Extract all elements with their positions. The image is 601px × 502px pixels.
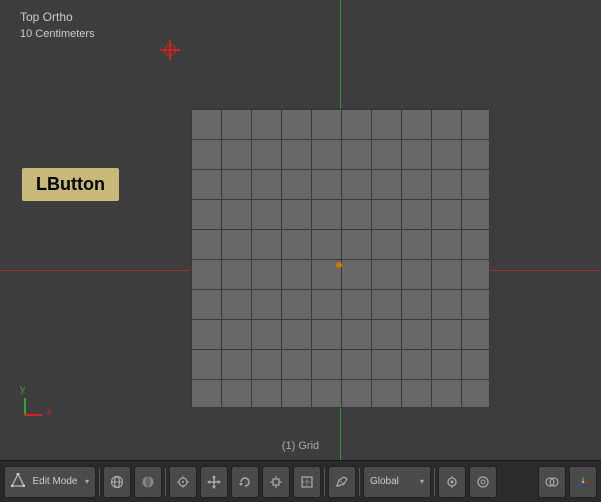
cursor-crosshair (160, 40, 180, 60)
separator-5 (434, 468, 435, 496)
rotate-btn[interactable] (231, 466, 259, 498)
scale-icon (269, 475, 283, 489)
global-label: Global (370, 476, 399, 487)
separator-1 (99, 468, 100, 496)
rotate-icon (238, 475, 252, 489)
edit-mode-chevron: ▾ (85, 477, 89, 486)
solid-icon (141, 475, 155, 489)
transform-icon (300, 475, 314, 489)
proportional-btn[interactable] (469, 466, 497, 498)
toolbar: Edit Mode ▾ (0, 460, 601, 502)
scale-label: 10 Centimeters (20, 28, 95, 40)
viewport-title: Top Ortho (20, 10, 73, 24)
annotate-btn[interactable] (328, 466, 356, 498)
proportional-icon (476, 475, 490, 489)
3d-viewport[interactable]: Top Ortho 10 Centimeters LButton (1) Gri… (0, 0, 601, 460)
mode-icon (11, 473, 25, 490)
wireframe-btn[interactable] (103, 466, 131, 498)
snap-toggle-btn[interactable] (438, 466, 466, 498)
move-icon (207, 475, 221, 489)
grid-mesh (190, 108, 490, 408)
separator-3 (324, 468, 325, 496)
snap-icon (445, 475, 459, 489)
move-btn[interactable] (200, 466, 228, 498)
overlay-btn[interactable] (538, 466, 566, 498)
global-dropdown[interactable]: Global ▾ (363, 466, 431, 498)
axis-widget (16, 388, 52, 424)
separator-4 (359, 468, 360, 496)
gizmo-icon (576, 475, 590, 489)
scale-btn[interactable] (262, 466, 290, 498)
lbutton-tooltip: LButton (22, 168, 119, 201)
overlay-icon (545, 475, 559, 489)
global-chevron: ▾ (420, 477, 424, 486)
grid-label: (1) Grid (282, 440, 319, 452)
gizmo-btn[interactable] (569, 466, 597, 498)
edit-mode-dropdown[interactable]: Edit Mode ▾ (4, 466, 96, 498)
cursor-icon (176, 475, 190, 489)
solid-btn[interactable] (134, 466, 162, 498)
wireframe-icon (110, 475, 124, 489)
origin-dot (336, 262, 342, 268)
transform-btn[interactable] (293, 466, 321, 498)
separator-2 (165, 468, 166, 496)
annotate-icon (335, 475, 349, 489)
x-axis-indicator (24, 414, 42, 416)
edit-mode-label: Edit Mode (32, 476, 77, 487)
transform-cursor-btn[interactable] (169, 466, 197, 498)
